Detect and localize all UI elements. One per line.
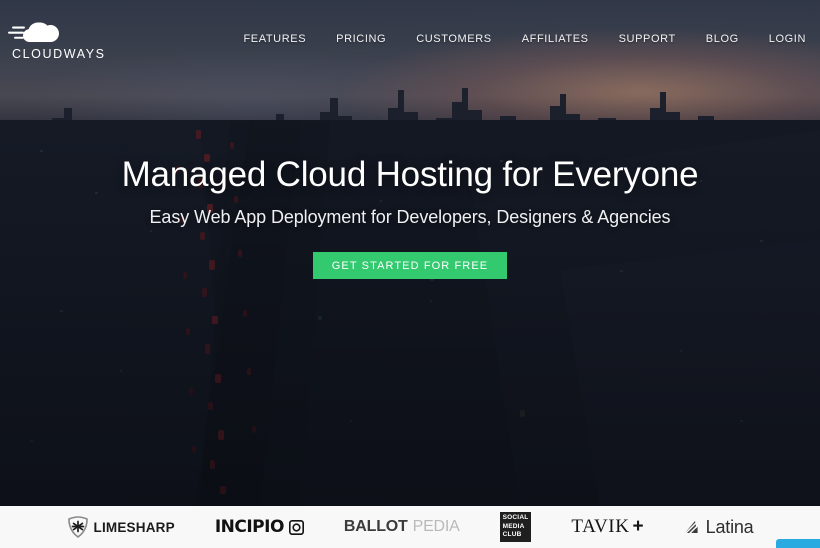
tavik-plus-icon: + <box>632 516 644 537</box>
client-logo-limesharp[interactable]: LIMESHARP <box>67 516 175 538</box>
page-title: Managed Cloud Hosting for Everyone <box>121 155 699 194</box>
brand-logo[interactable]: CLOUDWAYS <box>8 14 128 61</box>
incipio-square-icon <box>288 519 304 535</box>
chat-widget-tab[interactable] <box>776 539 820 548</box>
latina-striped-triangle-icon <box>684 520 698 533</box>
client-name-pedia: PEDIA <box>412 518 460 535</box>
client-name-ballot: BALLOT <box>343 518 408 535</box>
client-name-latina: Latina <box>705 516 754 537</box>
nav-item-customers[interactable]: CUSTOMERS <box>416 33 491 45</box>
client-name-incipio: INCIPIO <box>214 517 285 537</box>
get-started-button[interactable]: GET STARTED FOR FREE <box>313 252 507 280</box>
client-logo-social-media-club[interactable]: SOCIAL MEDIA CLUB <box>499 512 532 542</box>
cloudways-landing-page: CLOUDWAYS FEATURES PRICING CUSTOMERS AFF… <box>0 0 820 548</box>
main-navigation: FEATURES PRICING CUSTOMERS AFFILIATES SU… <box>243 33 806 45</box>
client-name-tavik: TAVIK <box>571 516 630 537</box>
client-name-limesharp: LIMESHARP <box>93 519 175 535</box>
client-logo-incipio[interactable]: INCIPIO <box>215 517 304 537</box>
limesharp-star-badge-icon <box>67 516 88 538</box>
nav-item-affiliates[interactable]: AFFILIATES <box>522 33 589 45</box>
cloud-speed-icon <box>8 22 59 42</box>
nav-item-pricing[interactable]: PRICING <box>336 33 386 45</box>
hero-content: Managed Cloud Hosting for Everyone Easy … <box>0 0 820 506</box>
site-header: CLOUDWAYS FEATURES PRICING CUSTOMERS AFF… <box>0 0 820 72</box>
client-logo-tavik[interactable]: TAVIK + <box>571 516 643 538</box>
smc-line-1: SOCIAL <box>502 514 529 522</box>
client-logo-latina[interactable]: Latina <box>684 517 754 538</box>
smc-line-2: MEDIA <box>502 522 525 530</box>
brand-logo-text: CLOUDWAYS <box>12 47 106 61</box>
nav-item-features[interactable]: FEATURES <box>243 33 306 45</box>
nav-item-support[interactable]: SUPPORT <box>619 33 676 45</box>
nav-item-login[interactable]: LOGIN <box>769 33 806 45</box>
nav-item-blog[interactable]: BLOG <box>706 33 739 45</box>
client-logo-ballotpedia[interactable]: BALLOT PEDIA <box>344 518 460 536</box>
page-subtitle: Easy Web App Deployment for Developers, … <box>149 207 671 228</box>
smc-line-3: CLUB <box>502 531 522 539</box>
client-logo-strip: LIMESHARP INCIPIO BALLOT PEDIA SOCIAL MED… <box>0 506 820 548</box>
